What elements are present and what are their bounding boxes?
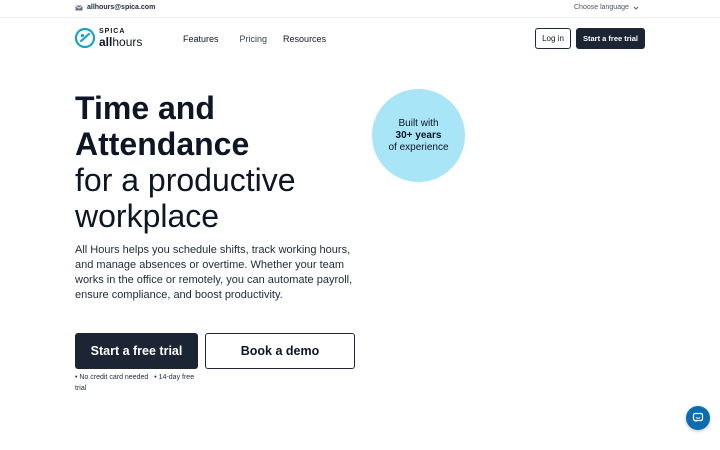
- note-no-credit-card: • No credit card needed: [75, 374, 149, 381]
- logo-brand: SPICA: [99, 28, 126, 35]
- experience-badge: Built with 30+ years of experience: [372, 89, 465, 182]
- hero-trial-button[interactable]: Start a free trial: [75, 333, 198, 369]
- trial-notes: • No credit card needed • 14-day free tri…: [75, 372, 205, 394]
- main-nav: Features Pricing Resources: [183, 34, 326, 44]
- language-label: Choose language: [574, 4, 629, 11]
- logo-wordmark: SPICA allhours: [99, 28, 142, 48]
- badge-line-3: of experience: [388, 141, 449, 153]
- contact-email-text: allhours@spica.com: [87, 4, 156, 11]
- logo-product-rest: hours: [112, 35, 143, 49]
- mail-icon: [75, 4, 83, 10]
- header-trial-button[interactable]: Start a free trial: [576, 28, 645, 49]
- hero-title-line-2: Attendance: [75, 126, 250, 162]
- contact-email-link[interactable]: allhours@spica.com: [75, 4, 155, 11]
- site-logo[interactable]: SPICA allhours: [75, 28, 142, 48]
- logo-product: allhours: [99, 36, 142, 48]
- chat-icon: [692, 412, 704, 423]
- hero-title-line-4: workplace: [75, 198, 220, 234]
- hero-description: All Hours helps you schedule shifts, tra…: [75, 244, 353, 301]
- badge-line-1: Built with: [398, 117, 439, 129]
- logo-product-bold: all: [99, 35, 113, 49]
- top-utility-bar: allhours@spica.com Choose language: [0, 0, 720, 18]
- nav-item-pricing[interactable]: Pricing: [240, 34, 268, 44]
- chat-widget-button[interactable]: [686, 406, 710, 430]
- language-selector[interactable]: Choose language: [574, 4, 639, 11]
- nav-item-resources[interactable]: Resources: [283, 34, 326, 44]
- book-demo-button[interactable]: Book a demo: [205, 333, 355, 369]
- hero-title: Time and Attendance for a productive wor…: [75, 90, 375, 234]
- nav-item-features[interactable]: Features: [183, 34, 219, 44]
- login-button[interactable]: Log in: [535, 28, 571, 49]
- chevron-down-icon: [633, 6, 639, 10]
- hero-title-line-3: for a productive: [75, 162, 296, 198]
- logo-mark-icon: [75, 28, 95, 48]
- site-header: SPICA allhours Features Pricing Resource…: [0, 18, 720, 62]
- badge-line-2: 30+ years: [395, 129, 442, 141]
- hero-title-line-1: Time and: [75, 90, 215, 126]
